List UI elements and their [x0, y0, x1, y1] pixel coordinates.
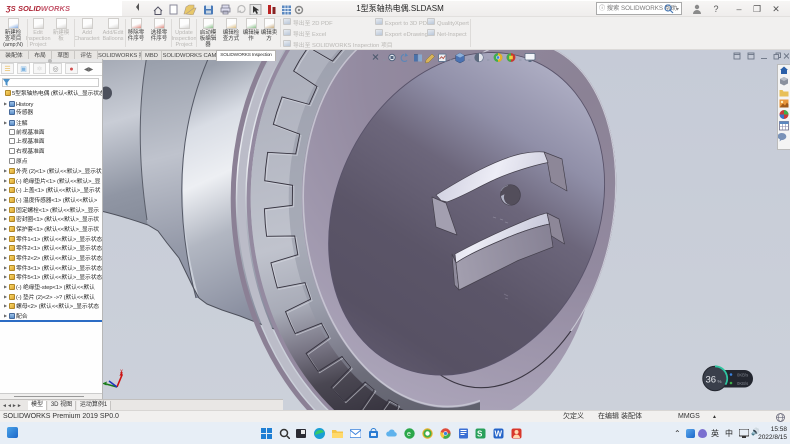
svg-text:36: 36	[706, 375, 717, 386]
svg-text:S: S	[477, 430, 483, 439]
svg-text:e: e	[407, 431, 411, 438]
svg-text:%: %	[718, 379, 722, 384]
svg-text:0KB/s: 0KB/s	[737, 373, 748, 378]
svg-text:W: W	[495, 430, 503, 439]
svg-text:0KB/s: 0KB/s	[737, 381, 748, 386]
svg-text:x: x	[120, 369, 123, 375]
